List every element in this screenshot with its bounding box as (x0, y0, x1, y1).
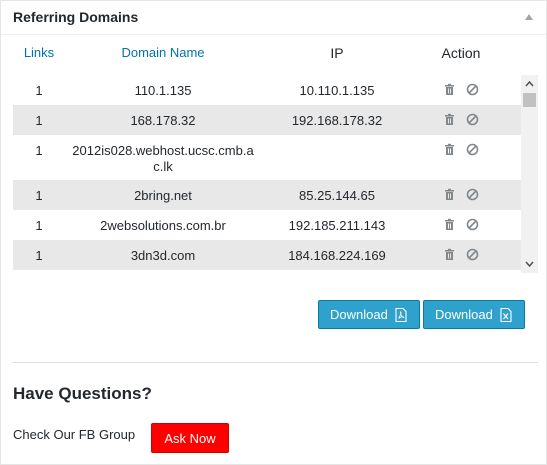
trash-icon[interactable] (443, 248, 456, 261)
links-cell: 1 (35, 188, 43, 203)
table-header: Links Domain Name IP Action (13, 45, 538, 65)
download-pdf-label: Download (330, 307, 388, 322)
ip-cell: 10.110.1.135 (299, 83, 375, 98)
pdf-file-icon (395, 307, 407, 322)
ip-cell: 184.168.224.169 (288, 248, 386, 263)
action-cell (443, 240, 489, 261)
column-header-ip: IP (330, 45, 344, 61)
action-cell (443, 105, 489, 126)
trash-icon[interactable] (443, 83, 456, 96)
ip-cell: 85.25.144.65 (299, 188, 375, 203)
block-icon[interactable] (466, 143, 479, 156)
download-excel-button[interactable]: Download (423, 300, 525, 329)
domain-cell: 2websolutions.com.br (100, 218, 226, 233)
table-row: 1 168.178.32 192.168.178.32 (13, 105, 521, 135)
column-header-domain[interactable]: Domain Name (65, 45, 261, 60)
links-cell: 1 (35, 248, 43, 263)
download-pdf-button[interactable]: Download (318, 300, 420, 329)
ip-cell: 192.168.178.32 (291, 113, 383, 128)
ip-cell (261, 135, 413, 143)
links-cell: 1 (35, 143, 43, 158)
fb-group-text: Check Our FB Group (13, 427, 136, 442)
column-header-action: Action (441, 45, 481, 61)
action-cell (443, 75, 489, 96)
block-icon[interactable] (466, 83, 479, 96)
links-cell: 1 (35, 83, 43, 98)
rows-container: 1 110.1.135 10.110.1.135 1 168.178.32 19… (13, 75, 521, 270)
links-cell: 1 (35, 218, 43, 233)
table-row: 1 2012is028.webhost.ucsc.cmb.ac.lk (13, 135, 521, 180)
domain-cell: 3dn3d.com (130, 248, 196, 263)
domain-cell: 168.178.32 (130, 113, 196, 128)
trash-icon[interactable] (443, 113, 456, 126)
domain-cell: 110.1.135 (134, 83, 192, 98)
scroll-up-arrow-icon[interactable] (521, 77, 538, 91)
scroll-down-arrow-icon[interactable] (521, 257, 538, 271)
vertical-scrollbar[interactable] (521, 75, 538, 273)
panel-header: Referring Domains (1, 1, 546, 35)
column-header-links[interactable]: Links (13, 45, 65, 60)
block-icon[interactable] (466, 188, 479, 201)
table-row: 1 2bring.net 85.25.144.65 (13, 180, 521, 210)
domain-cell: 2012is028.webhost.ucsc.cmb.ac.lk (72, 143, 254, 174)
block-icon[interactable] (466, 248, 479, 261)
panel-title: Referring Domains (13, 9, 139, 25)
trash-icon[interactable] (443, 143, 456, 156)
links-cell: 1 (35, 113, 43, 128)
action-cell (443, 210, 489, 231)
action-cell (443, 135, 489, 156)
trash-icon[interactable] (443, 188, 456, 201)
divider (13, 362, 538, 363)
action-cell (443, 180, 489, 201)
referring-domains-panel: Referring Domains Links Domain Name IP A… (0, 0, 547, 465)
collapse-arrow-icon[interactable] (524, 12, 536, 22)
trash-icon[interactable] (443, 218, 456, 231)
scrollbar-thumb[interactable] (523, 93, 536, 107)
domains-table-body[interactable]: 1 110.1.135 10.110.1.135 1 168.178.32 19… (13, 75, 538, 273)
table-row: 1 3dn3d.com 184.168.224.169 (13, 240, 521, 270)
ip-cell: 192.185.211.143 (288, 218, 386, 233)
table-row: 1 110.1.135 10.110.1.135 (13, 75, 521, 105)
download-excel-label: Download (435, 307, 493, 322)
excel-file-icon (500, 307, 512, 322)
block-icon[interactable] (466, 113, 479, 126)
block-icon[interactable] (466, 218, 479, 231)
domain-cell: 2bring.net (134, 188, 192, 203)
table-row: 1 2websolutions.com.br 192.185.211.143 (13, 210, 521, 240)
questions-heading: Have Questions? (13, 384, 152, 403)
ask-now-button[interactable]: Ask Now (151, 423, 229, 453)
